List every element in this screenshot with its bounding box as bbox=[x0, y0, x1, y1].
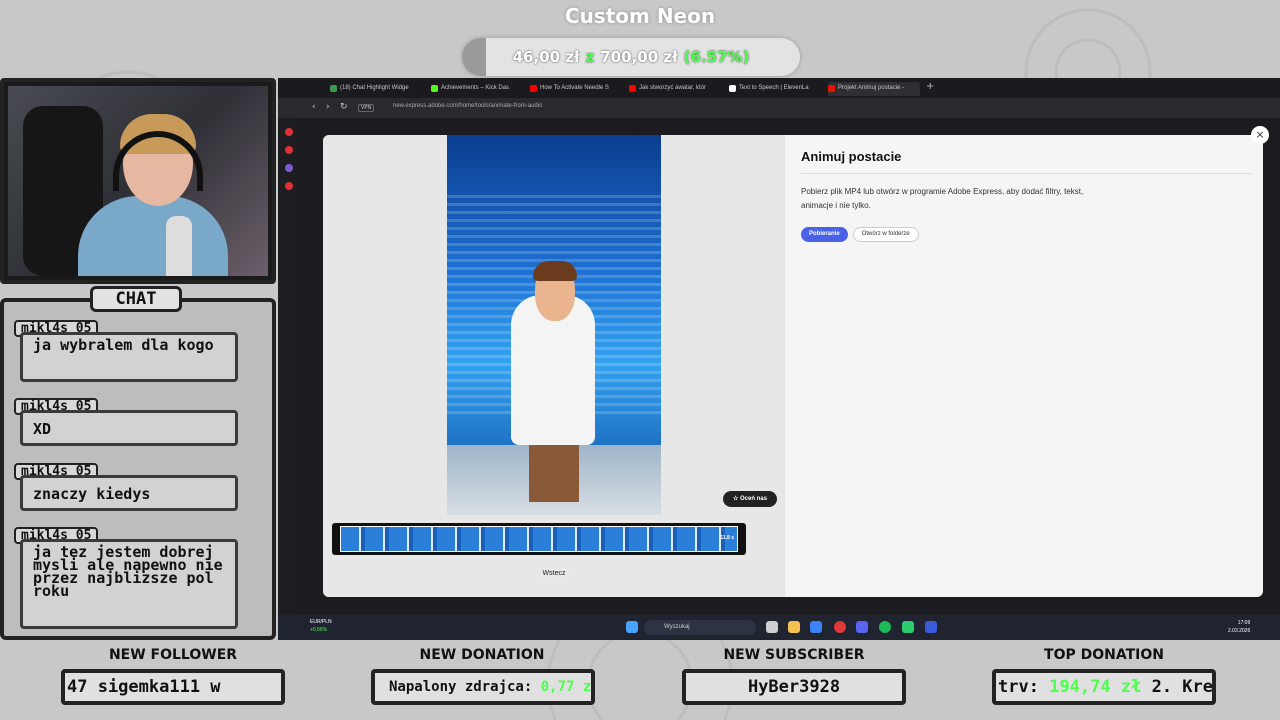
sidebar-icon[interactable] bbox=[285, 128, 293, 136]
rate-button-label: Oceń nas bbox=[740, 496, 768, 502]
browser-tab-bar: (18) Chat Highlight Widge Achievements –… bbox=[278, 78, 1280, 98]
taskbar-clock[interactable]: 17:09 2.03.2026 bbox=[1228, 619, 1250, 635]
new-subscriber-value: HyBer3928 bbox=[747, 677, 841, 697]
spotify-icon[interactable] bbox=[879, 621, 891, 633]
ticker-change: +0,56% bbox=[310, 627, 328, 633]
top-donation-label: TOP DONATION bbox=[1044, 647, 1164, 663]
app-icon[interactable] bbox=[902, 621, 914, 633]
microphone bbox=[166, 216, 192, 276]
new-donation-amount: 0,77 zł bbox=[540, 679, 595, 695]
top-donation-prefix: trv: bbox=[998, 677, 1039, 697]
sidebar-icon[interactable] bbox=[285, 164, 293, 172]
goal-current: 46,00 zł bbox=[512, 48, 580, 66]
back-arrow-icon[interactable]: ‹ bbox=[312, 102, 316, 112]
close-icon[interactable]: × bbox=[1251, 126, 1269, 144]
chat-header: CHAT bbox=[90, 286, 182, 312]
goal-percent: (6.57%) bbox=[683, 48, 750, 66]
modal-details: Animuj postacie Pobierz plik MP4 lub otw… bbox=[801, 149, 1251, 242]
url-field[interactable]: new.express.adobe.com/home/tools/animate… bbox=[393, 103, 542, 109]
modal-description: Pobierz plik MP4 lub otwórz w programie … bbox=[801, 187, 1084, 210]
video-preview[interactable] bbox=[447, 135, 661, 515]
chat-message: XD bbox=[20, 410, 238, 446]
goal-separator: z bbox=[585, 48, 595, 66]
new-follower-value: 47 sigemka111 w bbox=[67, 677, 221, 697]
webcam-frame bbox=[0, 78, 276, 284]
new-subscriber-box: HyBer3928 bbox=[682, 669, 906, 705]
goal-title: Custom Neon bbox=[564, 4, 716, 28]
clock-date: 2.03.2026 bbox=[1228, 628, 1251, 634]
rate-button[interactable]: ☆ Oceń nas bbox=[723, 491, 777, 507]
back-button[interactable]: Wstecz bbox=[536, 567, 572, 581]
browser-tab[interactable]: Text to Speech | ElevenLa bbox=[729, 82, 821, 96]
forward-arrow-icon[interactable]: › bbox=[326, 102, 330, 112]
windows-start-icon[interactable] bbox=[626, 621, 638, 633]
divider bbox=[801, 173, 1251, 174]
modal-title: Animuj postacie bbox=[801, 149, 902, 164]
task-view-icon[interactable] bbox=[766, 621, 778, 633]
browser-tab[interactable]: Achievements – Kick Das bbox=[431, 82, 521, 96]
browser-tab[interactable]: (18) Chat Highlight Widge bbox=[330, 82, 422, 96]
video-timeline[interactable]: 11,8 s bbox=[332, 523, 746, 555]
new-tab-icon[interactable]: + bbox=[926, 81, 934, 92]
clock-time: 17:09 bbox=[1237, 620, 1251, 626]
top-donation-amount: 194,74 zł bbox=[1049, 677, 1142, 697]
windows-taskbar: EUR/PLN +0,56% Wyszukaj 17:09 2.03.2026 bbox=[278, 615, 1280, 640]
preview-area: ☆ Oceń nas 11,8 s Wstecz bbox=[323, 135, 785, 597]
new-subscriber-label: NEW SUBSCRIBER bbox=[723, 647, 865, 663]
store-icon[interactable] bbox=[810, 621, 822, 633]
streamer-body bbox=[78, 196, 228, 276]
file-explorer-icon[interactable] bbox=[788, 621, 800, 633]
reload-icon[interactable]: ↻ bbox=[340, 102, 348, 112]
chat-message: ja wybralem dla kogo bbox=[20, 332, 238, 382]
taskbar-search[interactable]: Wyszukaj bbox=[644, 620, 756, 635]
download-button[interactable]: Pobieranie bbox=[801, 227, 848, 242]
ticker-widget[interactable]: EUR/PLN +0,56% bbox=[310, 618, 332, 634]
timeline-frames bbox=[340, 526, 738, 552]
browser-tab[interactable]: How To Activate Needle S bbox=[530, 82, 620, 96]
goal-target: 700,00 zł bbox=[600, 48, 678, 66]
chat-message: ja tez jestem dobrej mysli ale napewno n… bbox=[20, 539, 238, 629]
browser-tab-active[interactable]: Projekt Animuj postacie - bbox=[828, 82, 920, 96]
chat-message: znaczy kiedys bbox=[20, 475, 238, 511]
app-icon[interactable] bbox=[925, 621, 937, 633]
opera-icon[interactable] bbox=[834, 621, 846, 633]
chat-panel: mikl4s_05 ja wybralem dla kogo mikl4s_05… bbox=[0, 298, 276, 640]
goal-progress-bar: 46,00 zł z 700,00 zł (6.57%) bbox=[462, 38, 800, 76]
ticker-name: EUR/PLN bbox=[310, 619, 332, 625]
sidebar-icon[interactable] bbox=[285, 146, 293, 154]
address-bar-row: ‹ › ↻ VPN new.express.adobe.com/home/too… bbox=[278, 98, 1280, 118]
discord-icon[interactable] bbox=[856, 621, 868, 633]
new-follower-box: 47 sigemka111 w bbox=[61, 669, 285, 705]
new-donation-name: Napalony zdrajca bbox=[389, 679, 524, 695]
sidebar-icon[interactable] bbox=[285, 182, 293, 190]
browser-tab[interactable]: Jak stworzyć awatar, któr bbox=[629, 82, 719, 96]
open-folder-button[interactable]: Otwórz w folderze bbox=[852, 227, 919, 242]
timeline-duration: 11,8 s bbox=[720, 535, 734, 541]
animate-modal: ☆ Oceń nas 11,8 s Wstecz Animuj postacie… bbox=[323, 135, 1263, 597]
vpn-badge[interactable]: VPN bbox=[358, 104, 375, 112]
browser-sidebar bbox=[278, 118, 298, 620]
webcam-video bbox=[8, 86, 268, 276]
top-donation-suffix: 2. Krezc bbox=[1151, 677, 1213, 697]
modal-actions: Pobieranie Otwórz w folderze bbox=[801, 227, 1251, 242]
character-hair bbox=[533, 261, 577, 281]
new-donation-box: Napalony zdrajca: 0,77 zł bbox=[371, 669, 595, 705]
new-donation-label: NEW DONATION bbox=[419, 647, 545, 663]
screen-capture: (18) Chat Highlight Widge Achievements –… bbox=[278, 78, 1280, 640]
new-follower-label: NEW FOLLOWER bbox=[108, 647, 238, 663]
character-legs bbox=[529, 440, 579, 502]
top-donation-box: trv: 194,74 zł 2. Krezc bbox=[992, 669, 1216, 705]
goal-progress-text: 46,00 zł z 700,00 zł (6.57%) bbox=[462, 38, 800, 76]
